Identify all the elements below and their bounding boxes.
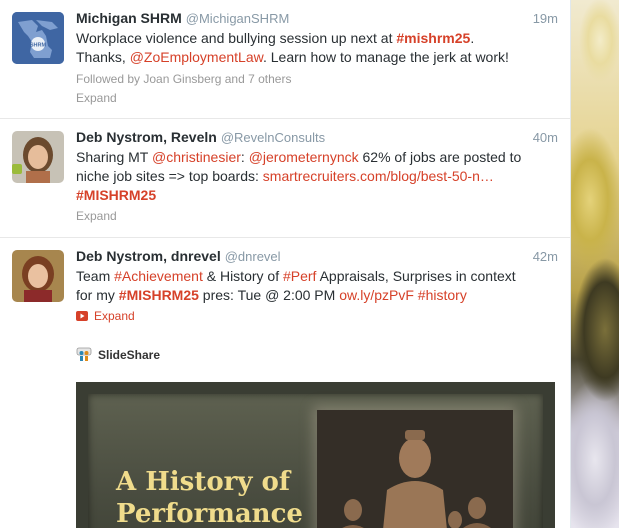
author-handle[interactable]: @RevelnConsults xyxy=(221,130,325,145)
verified-badge-icon xyxy=(12,164,22,174)
user-photo xyxy=(12,131,64,183)
timestamp[interactable]: 19m xyxy=(533,11,558,26)
timestamp[interactable]: 40m xyxy=(533,130,558,145)
slide-title-line: A History of xyxy=(116,467,291,497)
text-segment: pres: Tue @ 2:00 PM xyxy=(198,287,340,303)
author-name[interactable]: Michigan SHRM xyxy=(76,10,182,26)
avatar[interactable] xyxy=(12,250,64,302)
expand-link[interactable]: Expand xyxy=(76,308,558,324)
avatar[interactable]: SHRM xyxy=(12,12,64,64)
text-segment: Thanks, xyxy=(76,49,130,65)
text-segment: Team xyxy=(76,268,115,284)
video-play-icon xyxy=(76,311,88,321)
terracotta-warrior-image xyxy=(317,410,513,528)
tweet-text: Workplace violence and bullying session … xyxy=(76,29,558,67)
author-handle[interactable]: @MichiganSHRM xyxy=(186,11,290,26)
tweet[interactable]: SHRM Michigan SHRM @MichiganSHRM 19m Wor… xyxy=(0,0,570,119)
text-segment: & History of xyxy=(202,268,283,284)
svg-text:SHRM: SHRM xyxy=(30,43,47,49)
tweet[interactable]: Deb Nystrom, Reveln @RevelnConsults 40m … xyxy=(0,119,570,238)
expand-link[interactable]: Expand xyxy=(76,90,558,106)
hashtag-link[interactable]: #Perf xyxy=(283,268,316,284)
author-handle[interactable]: @dnrevel xyxy=(225,249,281,264)
mention-link[interactable]: @christinesier xyxy=(152,149,241,165)
author-name[interactable]: Deb Nystrom, Reveln xyxy=(76,129,217,145)
michigan-shrm-logo: SHRM xyxy=(12,12,64,64)
url-link[interactable]: smartrecruiters.com/blog/best-50-n… xyxy=(263,168,494,184)
tweet-stream: SHRM Michigan SHRM @MichiganSHRM 19m Wor… xyxy=(0,0,571,528)
expand-link[interactable]: Expand xyxy=(76,208,558,224)
tweet-text: Sharing MT @christinesier: @jerometernyn… xyxy=(76,148,558,205)
text-segment: Sharing MT xyxy=(76,149,152,165)
slideshare-icon xyxy=(76,347,92,361)
author-name[interactable]: Deb Nystrom, dnrevel xyxy=(76,248,221,264)
hashtag-link[interactable]: #MISHRM25 xyxy=(119,287,199,303)
timestamp[interactable]: 42m xyxy=(533,249,558,264)
slide-title-line: Performance xyxy=(116,499,303,528)
text-segment: Workplace violence and bullying session … xyxy=(76,30,397,46)
user-photo xyxy=(12,250,64,302)
slideshare-preview[interactable]: A History of Performance xyxy=(76,382,555,528)
expand-label[interactable]: Expand xyxy=(94,308,135,324)
text-segment: niche job sites => top boards: xyxy=(76,168,263,184)
tweet[interactable]: Deb Nystrom, dnrevel @dnrevel 42m Team #… xyxy=(0,238,570,528)
mention-link[interactable]: @jerometernynck xyxy=(249,149,359,165)
hashtag-link[interactable]: #Achievement xyxy=(114,268,203,284)
text-segment: . Learn how to manage the jerk at work! xyxy=(262,49,509,65)
text-segment: : xyxy=(240,149,249,165)
media-source-label[interactable]: SlideShare xyxy=(98,348,160,362)
background-photo xyxy=(570,0,619,528)
mention-link[interactable]: @ZoEmploymentLaw xyxy=(130,49,263,65)
avatar[interactable] xyxy=(12,131,64,183)
text-segment: 62% of jobs are posted to xyxy=(358,149,522,165)
media-source[interactable]: SlideShare xyxy=(76,346,558,364)
followed-by-context[interactable]: Followed by Joan Ginsberg and 7 others xyxy=(76,71,558,87)
url-link[interactable]: ow.ly/pzPvF xyxy=(339,287,414,303)
hashtag-link[interactable]: #mishrm25 xyxy=(396,30,470,46)
hashtag-link[interactable]: #history xyxy=(418,287,467,303)
text-segment: . xyxy=(470,30,475,46)
hashtag-link[interactable]: #MISHRM25 xyxy=(76,187,156,203)
text-segment: Appraisals, Surprises in context xyxy=(316,268,516,284)
terracotta-warrior-illustration xyxy=(317,410,513,528)
slide-title: A History of Performance xyxy=(116,466,303,528)
text-segment: for my xyxy=(76,287,119,303)
tweet-text: Team #Achievement & History of #Perf App… xyxy=(76,267,558,305)
